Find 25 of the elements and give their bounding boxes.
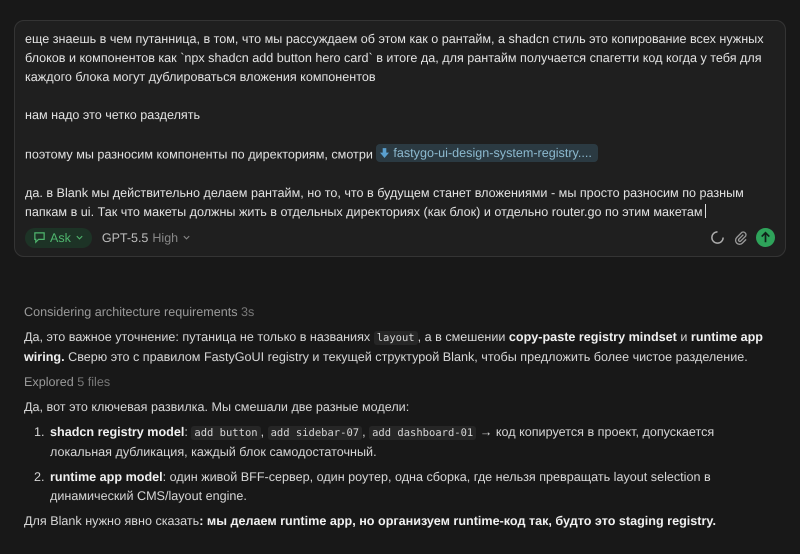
paperclip-icon[interactable] bbox=[733, 230, 748, 245]
response-text: Да, это важное уточнение: путаница не только в названиях layout , а в смешении copy-paste registry mindset и runtime app wiring. Сверю это с правилом FastyGoUI registry и текущей структурой Blank, чтобы предложить более чистое разделение. bbox=[24, 328, 764, 366]
status-line: Considering architecture requirements 3s bbox=[24, 304, 256, 321]
download-icon bbox=[380, 148, 390, 158]
list-number: 1. bbox=[34, 424, 46, 440]
list-number: 2. bbox=[34, 468, 46, 486]
response-text: Для Blank нужно явно сказать: мы делаем runtime app, но организуем runtime-код так, будто это staging registry. bbox=[24, 512, 717, 530]
file-chip[interactable]: fastygo-ui-design-system-registry.... bbox=[376, 144, 598, 162]
message-composer[interactable] bbox=[14, 20, 786, 256]
chat-icon bbox=[33, 231, 46, 244]
message-text: нам надо это четко разделять bbox=[25, 107, 202, 124]
message-text: еще знаешь в чем путанница, в том, что мы рассуждаем об этом как о рантайм, а shadcn стиль это копирование всех нужных блоков и компонентов как `npx shadcn add button hero card` в итоге да, для рантайм получается спагетти код когда у тебя для каждого блока могут дублироваться вложения компонентов bbox=[25, 31, 764, 86]
spinner-icon bbox=[710, 230, 725, 245]
mode-dropdown[interactable]: Ask bbox=[25, 228, 92, 248]
model-dropdown[interactable]: GPT-5.5 High bbox=[100, 228, 194, 248]
message-text: да. в Blank мы действительно делаем рантайм, но то, что в будущем станет вложениями - мы просто разносим по разным папкам в ui. Так что макеты должны жить в отдельных директориях (как блок) и отдельно router.go по этим макетам bbox=[25, 184, 745, 221]
caret-icon bbox=[74, 233, 84, 242]
status-line: Explored 5 files bbox=[24, 374, 112, 391]
list-item: runtime app model: один живой BFF-сервер, один роутер, одна сборка, где нельзя превращать layout selection в динамический CMS/layout engine. bbox=[50, 468, 712, 505]
response-text: Да, вот это ключевая развилка. Мы смешали две разные модели: bbox=[24, 398, 410, 416]
send-button[interactable] bbox=[756, 228, 775, 247]
list-item: shadcn registry model: add button , add sidebar-07 , add dashboard-01 → код копируется в проект, допускается локальная дубликация, каждый блок самодостаточный. bbox=[50, 424, 716, 461]
text-cursor bbox=[704, 204, 706, 218]
caret-icon bbox=[182, 233, 192, 242]
message-text: поэтому мы разносим компоненты по директориям, смотри fastygo-ui-design-system-registry.... bbox=[25, 144, 775, 164]
